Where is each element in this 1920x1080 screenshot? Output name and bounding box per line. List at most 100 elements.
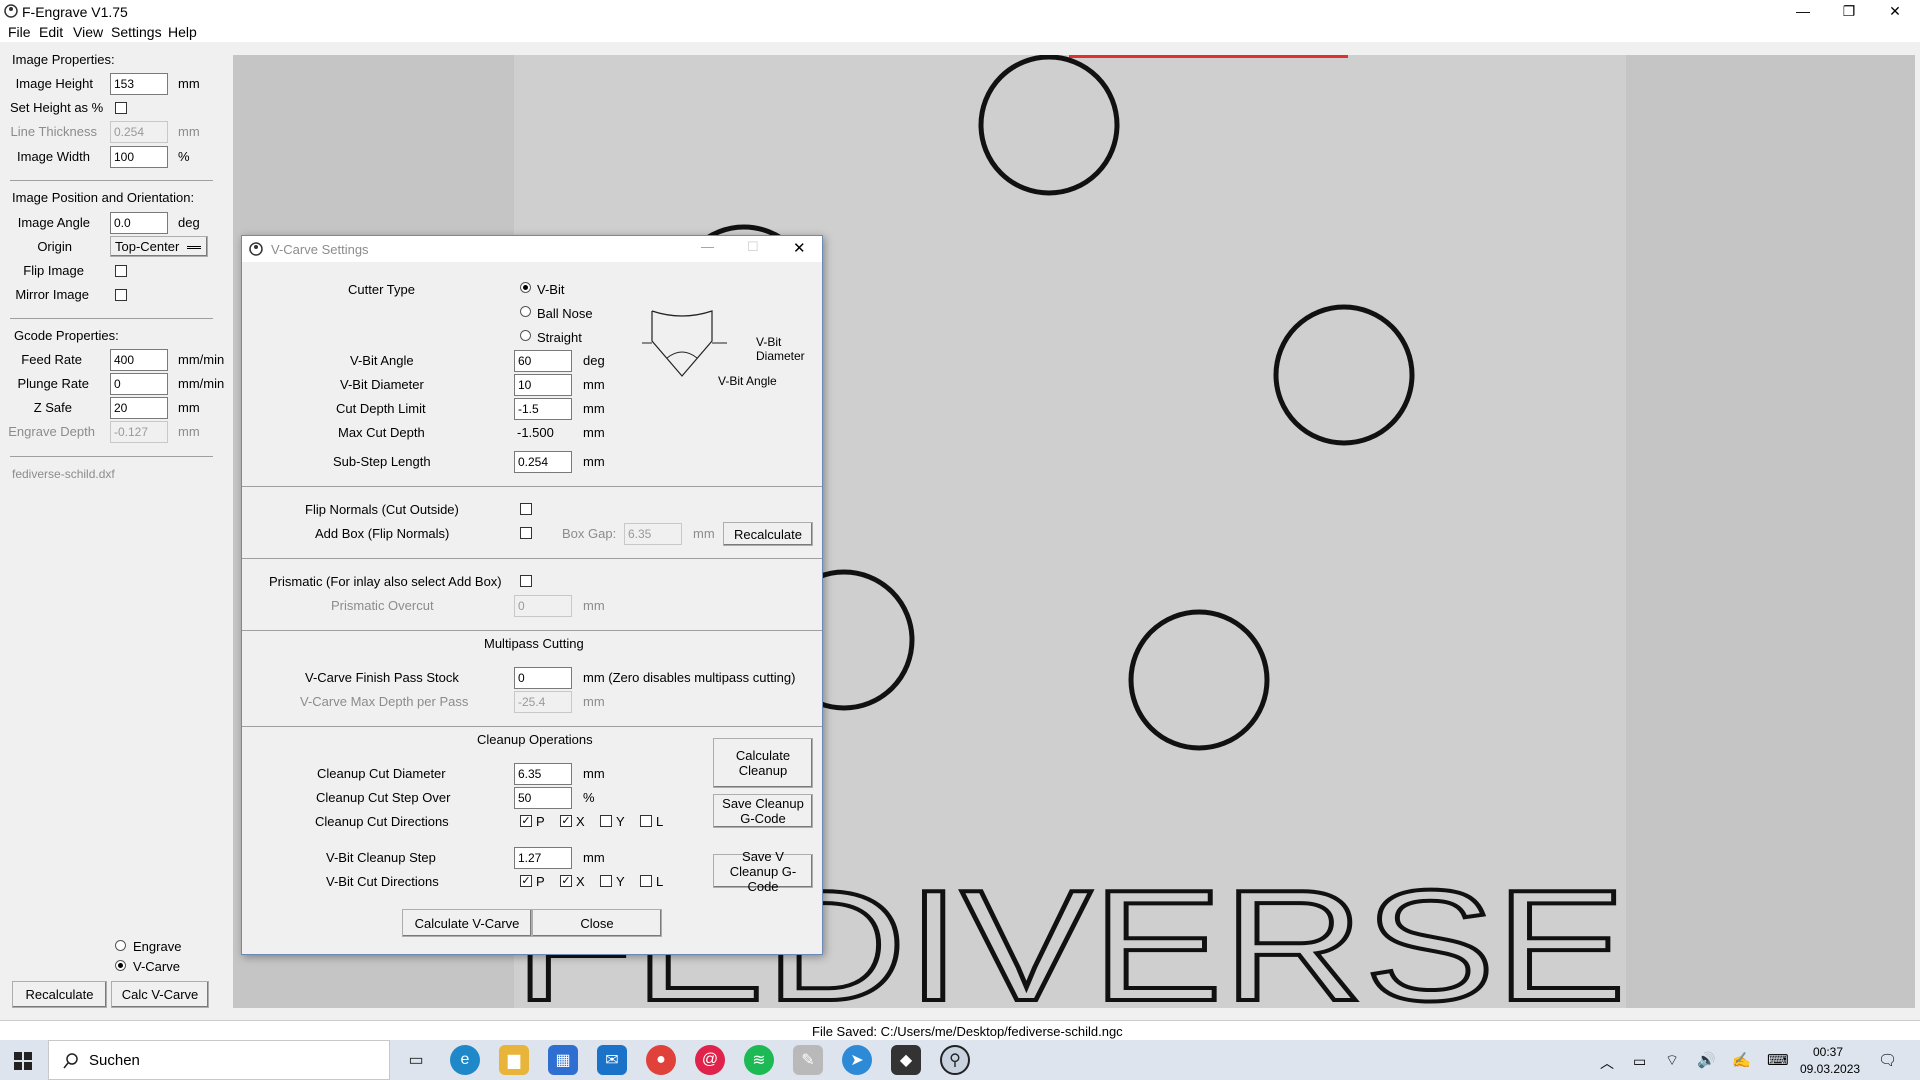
vbit-dir-p-checkbox[interactable]: ✓ [520, 875, 532, 887]
debian-icon[interactable]: @ [695, 1045, 725, 1075]
origin-value: Top-Center [115, 239, 180, 254]
feed-rate-input[interactable]: 400 [110, 349, 168, 371]
close-button[interactable]: ✕ [1872, 0, 1918, 22]
volume-icon[interactable]: 🔊 [1697, 1051, 1716, 1069]
image-angle-input[interactable]: 0.0 [110, 212, 168, 234]
spotify-icon[interactable]: ≋ [744, 1045, 774, 1075]
divider [10, 180, 213, 181]
cleanup-dir-y-checkbox[interactable] [600, 815, 612, 827]
cutter-straight-radio[interactable] [520, 330, 531, 341]
vcarve-mode-radio[interactable] [115, 960, 126, 971]
add-box-checkbox[interactable] [520, 527, 532, 539]
dialog-close-action-button[interactable]: Close [532, 909, 662, 937]
line-thickness-input: 0.254 [110, 121, 168, 143]
tray-chevron-icon[interactable]: ︿ [1600, 1053, 1614, 1073]
mirror-image-checkbox[interactable] [115, 289, 127, 301]
clock-date[interactable]: 09.03.2023 [1800, 1062, 1860, 1076]
notifications-icon[interactable]: 🗨 [1878, 1051, 1897, 1069]
cleanup-dir-l-checkbox[interactable] [640, 815, 652, 827]
save-cleanup-gcode-button[interactable]: Save Cleanup G-Code [713, 794, 813, 828]
vbit-dir-x-checkbox[interactable]: ✓ [560, 875, 572, 887]
vbit-dir-y-label: Y [616, 874, 625, 889]
image-width-input[interactable]: 100 [110, 146, 168, 168]
vbit-diameter-input[interactable]: 10 [514, 374, 572, 396]
engrave-depth-input: -0.127 [110, 421, 168, 443]
menu-view[interactable]: View [73, 24, 103, 40]
vbit-directions-label: V-Bit Cut Directions [326, 874, 439, 889]
calculate-vcarve-button[interactable]: Calculate V-Carve [402, 909, 532, 937]
plunge-rate-input[interactable]: 0 [110, 373, 168, 395]
save-v-cleanup-gcode-button[interactable]: Save V Cleanup G-Code [713, 849, 813, 894]
taskbar-search-box[interactable]: Suchen [48, 1040, 390, 1080]
cleanup-dir-x-label: X [576, 814, 585, 829]
image-height-input[interactable]: 153 [110, 73, 168, 95]
paint-icon[interactable]: ✎ [793, 1045, 823, 1075]
dialog-recalculate-button[interactable]: Recalculate [723, 522, 813, 546]
prismatic-overcut-unit: mm [583, 598, 605, 613]
menu-settings[interactable]: Settings [111, 24, 162, 40]
telegram-icon[interactable]: ➤ [842, 1045, 872, 1075]
substep-length-label: Sub-Step Length [333, 454, 431, 469]
dialog-maximize-button[interactable]: ☐ [747, 239, 759, 255]
image-height-unit: mm [178, 76, 200, 91]
cutter-ballnose-radio[interactable] [520, 306, 531, 317]
vbit-angle-diagram-label: V-Bit Angle [718, 374, 777, 388]
dialog-minimize-button[interactable]: — [701, 239, 714, 254]
store-icon[interactable]: ▦ [548, 1045, 578, 1075]
engrave-depth-unit: mm [178, 424, 200, 439]
dialog-close-button[interactable]: ✕ [793, 239, 806, 257]
feed-rate-unit: mm/min [178, 352, 225, 367]
edge-icon[interactable]: e [450, 1045, 480, 1075]
f-engrave-taskbar-icon[interactable]: ⚲ [940, 1045, 970, 1075]
inkscape-icon[interactable]: ◆ [891, 1045, 921, 1075]
cut-depth-limit-input[interactable]: -1.5 [514, 398, 572, 420]
flip-normals-checkbox[interactable] [520, 503, 532, 515]
calc-vcarve-button[interactable]: Calc V-Carve [111, 981, 209, 1008]
recalculate-button[interactable]: Recalculate [12, 981, 107, 1008]
flip-image-checkbox[interactable] [115, 265, 127, 277]
vbit-angle-input[interactable]: 60 [514, 350, 572, 372]
calculate-cleanup-button[interactable]: Calculate Cleanup [713, 738, 813, 788]
vbit-dir-l-checkbox[interactable] [640, 875, 652, 887]
set-height-checkbox[interactable] [115, 102, 127, 114]
cleanup-dir-p-checkbox[interactable]: ✓ [520, 815, 532, 827]
chrome-icon[interactable]: ● [646, 1045, 676, 1075]
windows-start-icon[interactable] [14, 1052, 32, 1070]
cleanup-diameter-input[interactable]: 6.35 [514, 763, 572, 785]
file-explorer-icon[interactable]: ▆ [499, 1045, 529, 1075]
substep-length-unit: mm [583, 454, 605, 469]
origin-dropdown[interactable]: Top-Center [110, 236, 208, 257]
mail-icon[interactable]: ✉ [597, 1045, 627, 1075]
cleanup-stepover-input[interactable]: 50 [514, 787, 572, 809]
pen-icon[interactable]: ✍ [1732, 1051, 1751, 1069]
set-height-label: Set Height as % [10, 100, 104, 115]
prismatic-checkbox[interactable] [520, 575, 532, 587]
engrave-mode-radio[interactable] [115, 940, 126, 951]
divider [10, 318, 213, 319]
menu-file[interactable]: File [8, 24, 31, 40]
task-view-icon[interactable]: ▭ [401, 1045, 431, 1075]
cutter-vbit-radio[interactable] [520, 282, 531, 293]
clock-time[interactable]: 00:37 [1813, 1045, 1843, 1059]
minimize-button[interactable]: — [1780, 0, 1826, 22]
divider [10, 456, 213, 457]
menu-edit[interactable]: Edit [39, 24, 63, 40]
z-safe-input[interactable]: 20 [110, 397, 168, 419]
keyboard-icon[interactable]: ⌨ [1767, 1051, 1789, 1069]
restore-button[interactable]: ❐ [1826, 0, 1872, 22]
finish-stock-input[interactable]: 0 [514, 667, 572, 689]
menu-help[interactable]: Help [168, 24, 197, 40]
cleanup-dir-x-checkbox[interactable]: ✓ [560, 815, 572, 827]
cleanup-dir-y-label: Y [616, 814, 625, 829]
vbit-dir-y-checkbox[interactable] [600, 875, 612, 887]
dialog-title: V-Carve Settings [271, 242, 369, 257]
network-icon[interactable]: ⌔ [1665, 1051, 1679, 1070]
max-depth-pass-label: V-Carve Max Depth per Pass [300, 694, 469, 709]
vbit-cleanup-step-input[interactable]: 1.27 [514, 847, 572, 869]
substep-length-input[interactable]: 0.254 [514, 451, 572, 473]
vcarve-settings-dialog: V-Carve Settings — ☐ ✕ Cutter Type V-Bit… [241, 235, 823, 955]
box-gap-input: 6.35 [624, 523, 682, 545]
vcarve-mode-label: V-Carve [133, 959, 180, 974]
cleanup-dir-l-label: L [656, 814, 664, 829]
battery-icon[interactable]: ▭ [1633, 1053, 1646, 1070]
